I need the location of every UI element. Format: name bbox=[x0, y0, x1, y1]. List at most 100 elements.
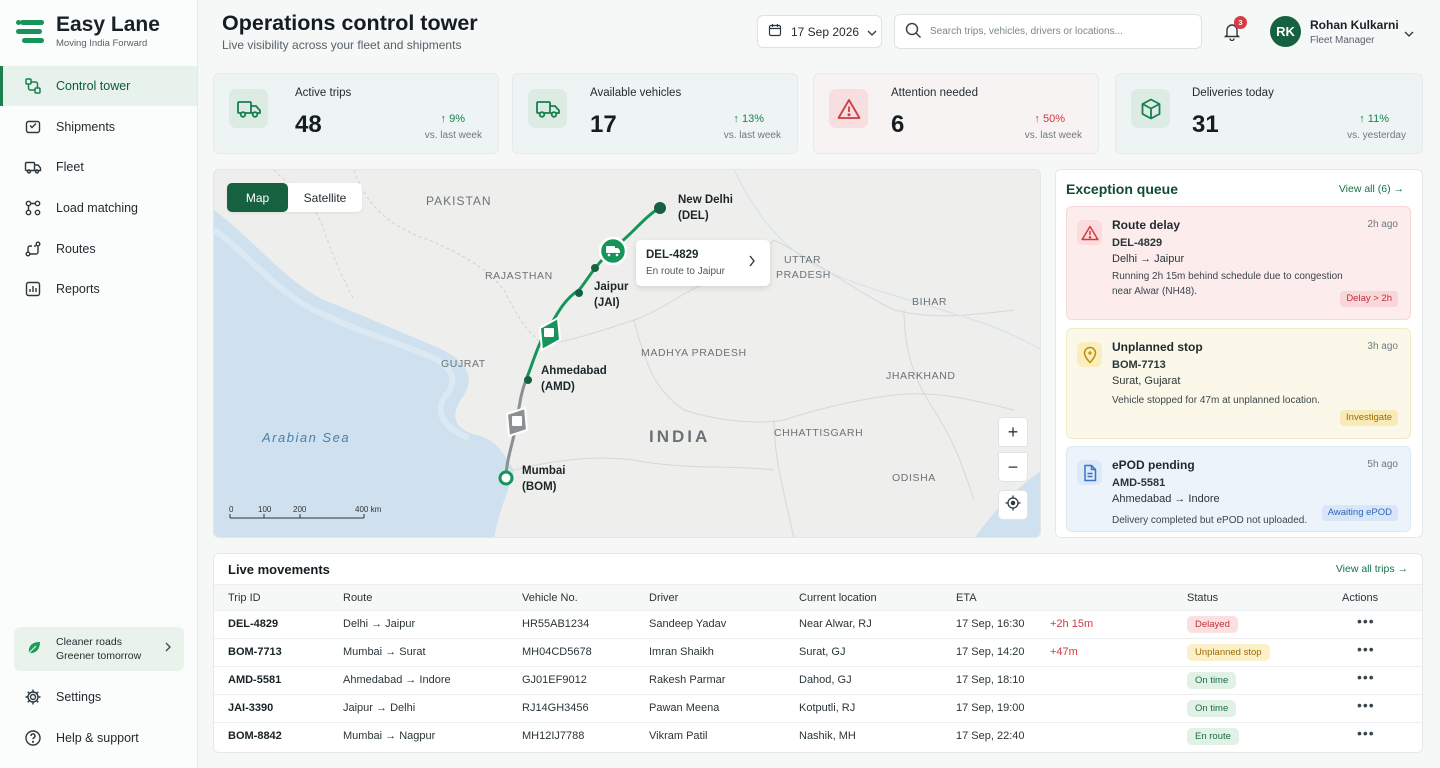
nav-item-label: Load matching bbox=[56, 201, 139, 216]
city-label-jaipur: Jaipur (JAI) bbox=[594, 280, 629, 311]
nav-item-label: Shipments bbox=[56, 119, 116, 134]
search-input[interactable] bbox=[930, 26, 1190, 37]
map-label-region: GUJRAT bbox=[441, 358, 486, 370]
notification-count-badge: 3 bbox=[1234, 16, 1247, 29]
table-row[interactable]: BOM-8842 Mumbai → Nagpur MH12IJ7788 Vikr… bbox=[214, 723, 1422, 751]
exception-trip-id: AMD-5581 bbox=[1112, 477, 1166, 489]
nav-item-fleet[interactable]: Fleet bbox=[0, 147, 197, 187]
cell-route: Mumbai → Surat bbox=[343, 646, 426, 658]
kpi-label: Available vehicles bbox=[590, 87, 682, 99]
user-menu[interactable]: RK Rohan Kulkarni Fleet Manager bbox=[1270, 16, 1414, 47]
view-all-exceptions-link[interactable]: View all (6) → bbox=[1339, 183, 1404, 195]
main-nav: Control tower Shipments Fleet Load match… bbox=[0, 66, 197, 310]
exception-route: Surat, Gujarat bbox=[1112, 375, 1181, 387]
truck-marker-icon bbox=[598, 236, 628, 266]
map-panel[interactable]: Map Satellite PAKISTAN RAJASTHAN UTTAR P… bbox=[213, 169, 1041, 538]
kpi-value: 6 bbox=[891, 111, 905, 138]
kpi-delta-value: 13% bbox=[741, 113, 764, 125]
exception-card-unplanned-stop[interactable]: Unplanned stop BOM-7713 Surat, Gujarat V… bbox=[1066, 328, 1411, 439]
tab-satellite[interactable]: Satellite bbox=[288, 183, 362, 212]
nav-item-reports[interactable]: Reports bbox=[0, 269, 197, 309]
exception-title: ePOD pending bbox=[1112, 458, 1195, 472]
nav-item-load-matching[interactable]: Load matching bbox=[0, 188, 197, 228]
table-header: Trip ID Route Vehicle No. Driver Current… bbox=[214, 584, 1422, 611]
exception-time: 5h ago bbox=[1367, 459, 1398, 470]
column-header: Route bbox=[343, 592, 373, 604]
nav-item-routes[interactable]: Routes bbox=[0, 229, 197, 269]
exception-card-route-delay[interactable]: Route delay DEL-4829 Delhi → Jaipur Runn… bbox=[1066, 206, 1411, 320]
zoom-in-button[interactable]: + bbox=[998, 417, 1028, 447]
nav-item-shipments[interactable]: Shipments bbox=[0, 107, 197, 147]
status-badge: On time bbox=[1187, 700, 1237, 717]
table-row[interactable]: JAI-3390 Jaipur → Delhi RJ14GH3456 Pawan… bbox=[214, 695, 1422, 723]
map-label-region: JHARKHAND bbox=[886, 370, 956, 382]
bottom-nav: Settings Help & support bbox=[0, 677, 197, 758]
row-actions-button[interactable]: ••• bbox=[1357, 669, 1375, 685]
truck-marker-icon bbox=[505, 406, 529, 438]
arrow-right-icon: → bbox=[1397, 563, 1409, 575]
map-label-region: PRADESH bbox=[776, 269, 831, 281]
table-row[interactable]: AMD-5581 Ahmedabad → Indore GJ01EF9012 R… bbox=[214, 667, 1422, 695]
nav-item-settings[interactable]: Settings bbox=[0, 677, 197, 717]
column-header: Actions bbox=[1342, 592, 1379, 604]
date-value: 17 Sep 2026 bbox=[791, 24, 860, 39]
cell-vehicle: GJ01EF9012 bbox=[522, 674, 587, 686]
trip-popup[interactable]: DEL-4829 En route to Jaipur bbox=[636, 240, 770, 286]
exception-tag: Investigate bbox=[1340, 410, 1398, 426]
nav-item-label: Fleet bbox=[56, 160, 84, 175]
row-actions-button[interactable]: ••• bbox=[1357, 641, 1375, 657]
document-icon bbox=[1077, 460, 1102, 485]
kpi-available-vehicles[interactable]: Available vehicles 17 ↑ 13% vs. last wee… bbox=[512, 73, 798, 154]
cell-eta: 17 Sep, 16:30 bbox=[956, 618, 1025, 630]
arrow-right-icon: → bbox=[1393, 183, 1405, 195]
map-label-region: RAJASTHAN bbox=[485, 270, 553, 282]
table-row[interactable]: DEL-4829 Delhi → Jaipur HR55AB1234 Sande… bbox=[214, 611, 1422, 639]
exception-tag: Awaiting ePOD bbox=[1321, 505, 1398, 521]
map-label-region: BIHAR bbox=[912, 296, 948, 308]
table-row[interactable]: BOM-7713 Mumbai → Surat MH04CD5678 Imran… bbox=[214, 639, 1422, 667]
truck-icon bbox=[528, 89, 567, 128]
popup-trip-id: DEL-4829 bbox=[646, 249, 699, 261]
view-all-trips-link[interactable]: View all trips → bbox=[1336, 563, 1408, 575]
scale-label: 200 bbox=[293, 505, 307, 514]
kpi-delta-value: 9% bbox=[449, 113, 465, 125]
kpi-active-trips[interactable]: Active trips 48 ↑ 9% vs. last week bbox=[213, 73, 499, 154]
zoom-out-button[interactable]: − bbox=[998, 452, 1028, 482]
city-code: (AMD) bbox=[541, 380, 575, 393]
brand-tagline: Moving India Forward bbox=[56, 38, 148, 49]
nav-item-help[interactable]: Help & support bbox=[0, 718, 197, 758]
cell-vehicle: MH12IJ7788 bbox=[522, 730, 585, 742]
row-actions-button[interactable]: ••• bbox=[1357, 613, 1375, 629]
kpi-delta: ↑ 50% bbox=[1034, 113, 1065, 125]
chevron-right-icon bbox=[164, 641, 172, 655]
locate-button[interactable] bbox=[998, 490, 1028, 520]
exception-tag: Delay > 2h bbox=[1340, 291, 1398, 307]
arrow-up-icon: ↑ bbox=[1359, 113, 1365, 125]
map-label-region: MADHYA PRADESH bbox=[641, 347, 747, 359]
cell-location: Near Alwar, RJ bbox=[799, 618, 872, 630]
kpi-attention-needed[interactable]: Attention needed 6 ↑ 50% vs. last week bbox=[813, 73, 1099, 154]
sustainability-card[interactable]: Cleaner roads Greener tomorrow bbox=[14, 627, 184, 671]
city-code: (DEL) bbox=[678, 209, 709, 222]
nav-item-control-tower[interactable]: Control tower bbox=[0, 66, 197, 106]
kpi-compare: vs. last week bbox=[424, 130, 482, 141]
cell-location: Dahod, GJ bbox=[799, 674, 852, 686]
tab-map[interactable]: Map bbox=[227, 183, 288, 212]
row-actions-button[interactable]: ••• bbox=[1357, 725, 1375, 741]
cell-route: Jaipur → Delhi bbox=[343, 702, 416, 714]
brand[interactable]: Easy Lane Moving India Forward bbox=[16, 14, 160, 49]
kpi-label: Deliveries today bbox=[1192, 87, 1274, 99]
map-label-region: PAKISTAN bbox=[426, 194, 492, 208]
nav-item-label: Control tower bbox=[56, 79, 131, 93]
date-picker[interactable]: 17 Sep 2026 bbox=[757, 15, 882, 48]
notifications-button[interactable]: 3 bbox=[1222, 16, 1247, 43]
arrow-up-icon: ↑ bbox=[440, 113, 447, 125]
nav-item-label: Settings bbox=[56, 690, 102, 704]
control-tower-icon bbox=[24, 77, 42, 95]
page-title: Operations control tower bbox=[222, 11, 478, 35]
kpi-deliveries-today[interactable]: Deliveries today 31 ↑ 11% vs. yesterday bbox=[1115, 73, 1423, 154]
row-actions-button[interactable]: ••• bbox=[1357, 697, 1375, 713]
leaf-icon bbox=[26, 640, 42, 659]
exception-card-epod-pending[interactable]: ePOD pending AMD-5581 Ahmedabad → Indore… bbox=[1066, 446, 1411, 532]
reports-icon bbox=[24, 280, 42, 298]
